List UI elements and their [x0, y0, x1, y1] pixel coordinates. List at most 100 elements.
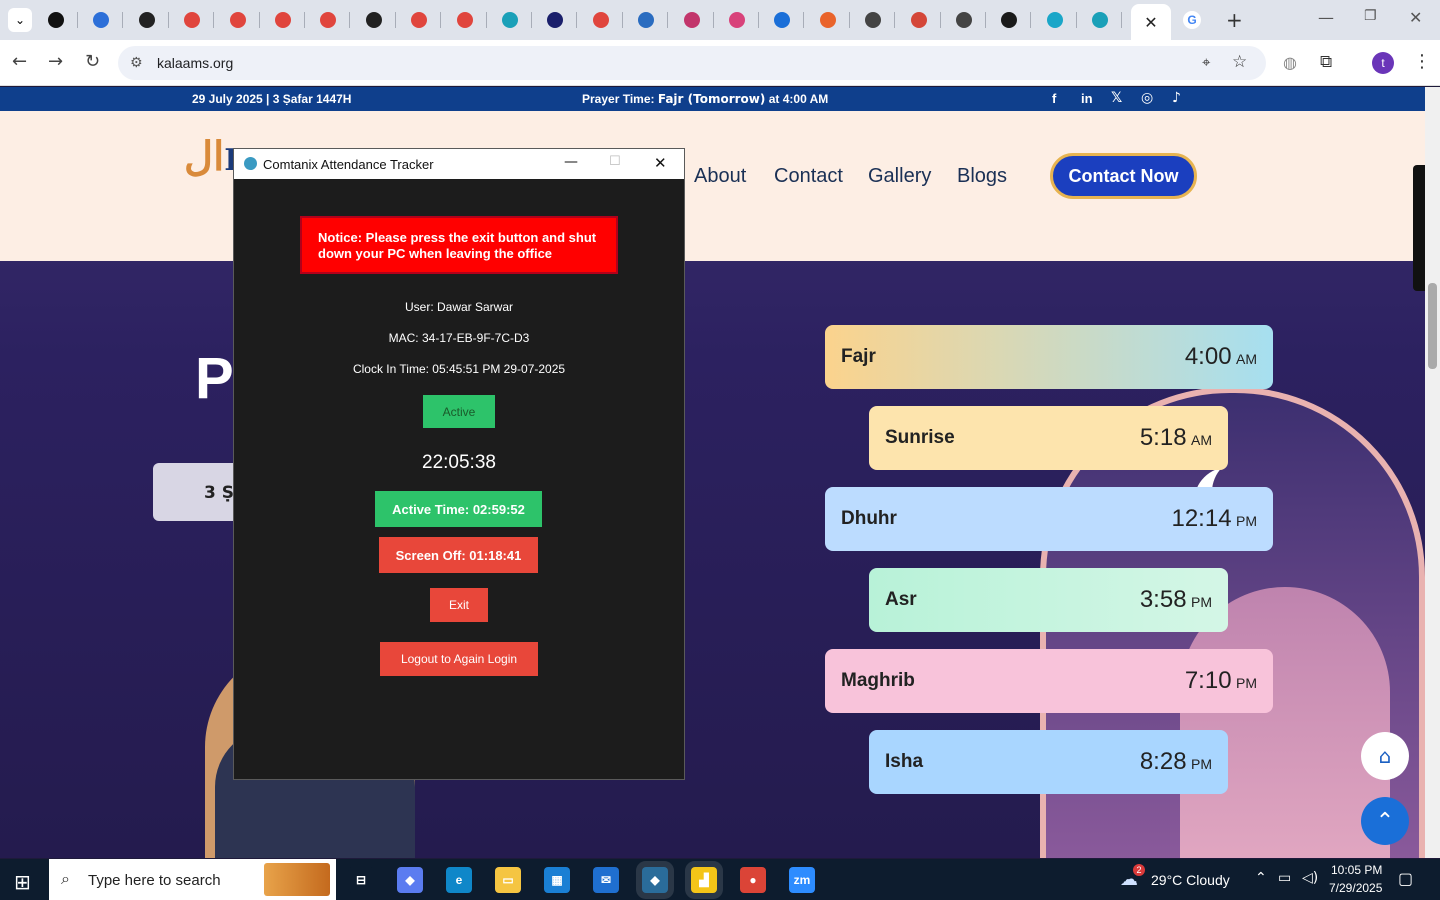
- browser-tab[interactable]: [397, 7, 442, 33]
- minimize-window-button[interactable]: —: [1318, 8, 1334, 27]
- browser-tab[interactable]: [1033, 7, 1077, 33]
- active-tab[interactable]: ✕: [1131, 4, 1171, 40]
- task-view-icon[interactable]: ⊟: [348, 867, 374, 893]
- close-tab-icon[interactable]: ✕: [1144, 13, 1157, 32]
- tab-search-button[interactable]: ⌄: [8, 8, 32, 32]
- forward-button[interactable]: →: [48, 52, 63, 72]
- wifi-icon: [93, 12, 110, 28]
- exit-button[interactable]: Exit: [430, 588, 488, 622]
- browser-tab[interactable]: [306, 7, 351, 33]
- browser-tab[interactable]: [216, 7, 260, 33]
- prayer-card-maghrib: Maghrib 7:10 PM: [825, 649, 1273, 713]
- start-button[interactable]: ⊞: [14, 870, 31, 894]
- site-top-bar: 29 July 2025 | 3 Ṣafar 1447H Prayer Time…: [0, 87, 1425, 111]
- zoom-icon[interactable]: zm: [789, 867, 815, 893]
- app-maximize-button[interactable]: ☐: [609, 154, 621, 169]
- nav-link[interactable]: Blogs: [957, 165, 1007, 188]
- browser-tab[interactable]: [443, 7, 487, 33]
- browser-tab[interactable]: [488, 7, 532, 33]
- tab-divider: [758, 12, 759, 28]
- clock-time[interactable]: 10:05 PM: [1331, 863, 1382, 877]
- x-twitter-icon[interactable]: 𝕏: [1111, 90, 1122, 106]
- bookmark-star-icon[interactable]: ☆: [1232, 52, 1247, 72]
- edge-icon[interactable]: e: [446, 867, 472, 893]
- browser-tab[interactable]: [579, 7, 623, 33]
- pulse-icon: [774, 12, 791, 28]
- page-scrollbar[interactable]: [1425, 87, 1440, 858]
- status-active-button[interactable]: Active: [423, 395, 495, 428]
- sticky-notes-icon[interactable]: ▟: [691, 867, 717, 893]
- profile-avatar[interactable]: t: [1372, 52, 1394, 74]
- tab-divider: [122, 12, 124, 28]
- search-icon: ⌕: [61, 869, 70, 888]
- app-title-bar: Comtanix Attendance Tracker — ☐ ✕: [234, 149, 684, 179]
- tab-divider: [803, 12, 805, 28]
- browser-tab[interactable]: [352, 7, 396, 33]
- prayer-time-banner: Prayer Time: Fajr (Tomorrow) at 4:00 AM: [582, 92, 828, 106]
- chat-widget-icon[interactable]: ⌂: [1361, 732, 1409, 780]
- browser-tab[interactable]: [987, 7, 1032, 33]
- browser-tab[interactable]: [806, 7, 850, 33]
- linkedin-icon[interactable]: in: [1081, 91, 1093, 106]
- store-icon[interactable]: ▦: [544, 867, 570, 893]
- chrome-icon[interactable]: ●: [740, 867, 766, 893]
- facebook-icon[interactable]: f: [1052, 91, 1056, 106]
- instagram-icon[interactable]: ◎: [1141, 90, 1153, 106]
- back-button[interactable]: ←: [12, 52, 27, 72]
- url-text[interactable]: kalaams.org: [157, 55, 233, 71]
- translate-icon[interactable]: ◍: [1283, 53, 1297, 72]
- location-icon[interactable]: ⌖: [1202, 53, 1210, 71]
- prayer-name: Sunrise: [885, 427, 955, 448]
- address-bar[interactable]: ⚙ kalaams.org ⌖ ☆: [118, 46, 1266, 80]
- menu-icon[interactable]: ⋮: [1413, 51, 1431, 72]
- file-explorer-icon[interactable]: ▭: [495, 867, 521, 893]
- browser-tab[interactable]: [79, 7, 124, 33]
- extensions-icon[interactable]: ⧉: [1320, 52, 1332, 72]
- browser-tab[interactable]: [624, 7, 669, 33]
- new-tab-button[interactable]: +: [1226, 8, 1243, 32]
- tiktok-icon[interactable]: ♪: [1172, 90, 1181, 106]
- prayer-name: Isha: [885, 751, 924, 772]
- tray-chevron-icon[interactable]: ⌃: [1255, 870, 1267, 886]
- prayer-name: Fajr: [841, 346, 876, 367]
- taskbar-search-box[interactable]: ⌕ Type here to search: [49, 859, 336, 900]
- contact-now-button[interactable]: Contact Now: [1050, 153, 1197, 199]
- notification-icon[interactable]: ▢: [1398, 869, 1413, 888]
- google-icon[interactable]: G: [1183, 11, 1201, 29]
- browser-tab[interactable]: [897, 7, 941, 33]
- browser-tab[interactable]: [125, 7, 169, 33]
- browser-tab[interactable]: [715, 7, 759, 33]
- logout-button[interactable]: Logout to Again Login: [380, 642, 538, 676]
- screen-capture-sidebar[interactable]: [1413, 165, 1425, 291]
- nav-link[interactable]: Gallery: [868, 165, 931, 188]
- scroll-to-top-button[interactable]: ⌃: [1361, 797, 1409, 845]
- volume-icon[interactable]: ◁): [1302, 870, 1318, 886]
- browser-tab[interactable]: [533, 7, 578, 33]
- weather-text[interactable]: 29°C Cloudy: [1151, 872, 1230, 888]
- browser-tab[interactable]: [1078, 7, 1123, 33]
- nav-link[interactable]: About: [694, 165, 746, 188]
- reload-button[interactable]: ↻: [85, 52, 100, 72]
- browser-tab[interactable]: [851, 7, 896, 33]
- mail-icon[interactable]: ✉: [593, 867, 619, 893]
- search-icon: [1046, 12, 1063, 28]
- prayer-ampm: PM: [1191, 756, 1212, 772]
- clock-date[interactable]: 7/29/2025: [1329, 881, 1382, 895]
- browser-tab[interactable]: [170, 7, 215, 33]
- browser-tab[interactable]: [760, 7, 805, 33]
- app-close-button[interactable]: ✕: [654, 154, 667, 172]
- copilot-icon[interactable]: ◆: [397, 867, 423, 893]
- scrollbar-thumb[interactable]: [1428, 283, 1437, 369]
- browser-tab[interactable]: [34, 7, 78, 33]
- hex-icon: [502, 12, 518, 28]
- nav-link[interactable]: Contact: [774, 165, 843, 188]
- app-minimize-button[interactable]: —: [564, 154, 578, 170]
- browser-tab[interactable]: [261, 7, 305, 33]
- network-icon[interactable]: ▭: [1278, 870, 1291, 886]
- attendance-app-icon[interactable]: ◆: [642, 867, 668, 893]
- site-info-icon[interactable]: ⚙: [130, 55, 143, 71]
- browser-tab[interactable]: [670, 7, 714, 33]
- close-window-button[interactable]: ✕: [1409, 8, 1422, 27]
- restore-window-button[interactable]: ❐: [1364, 8, 1377, 24]
- browser-tab[interactable]: [942, 7, 986, 33]
